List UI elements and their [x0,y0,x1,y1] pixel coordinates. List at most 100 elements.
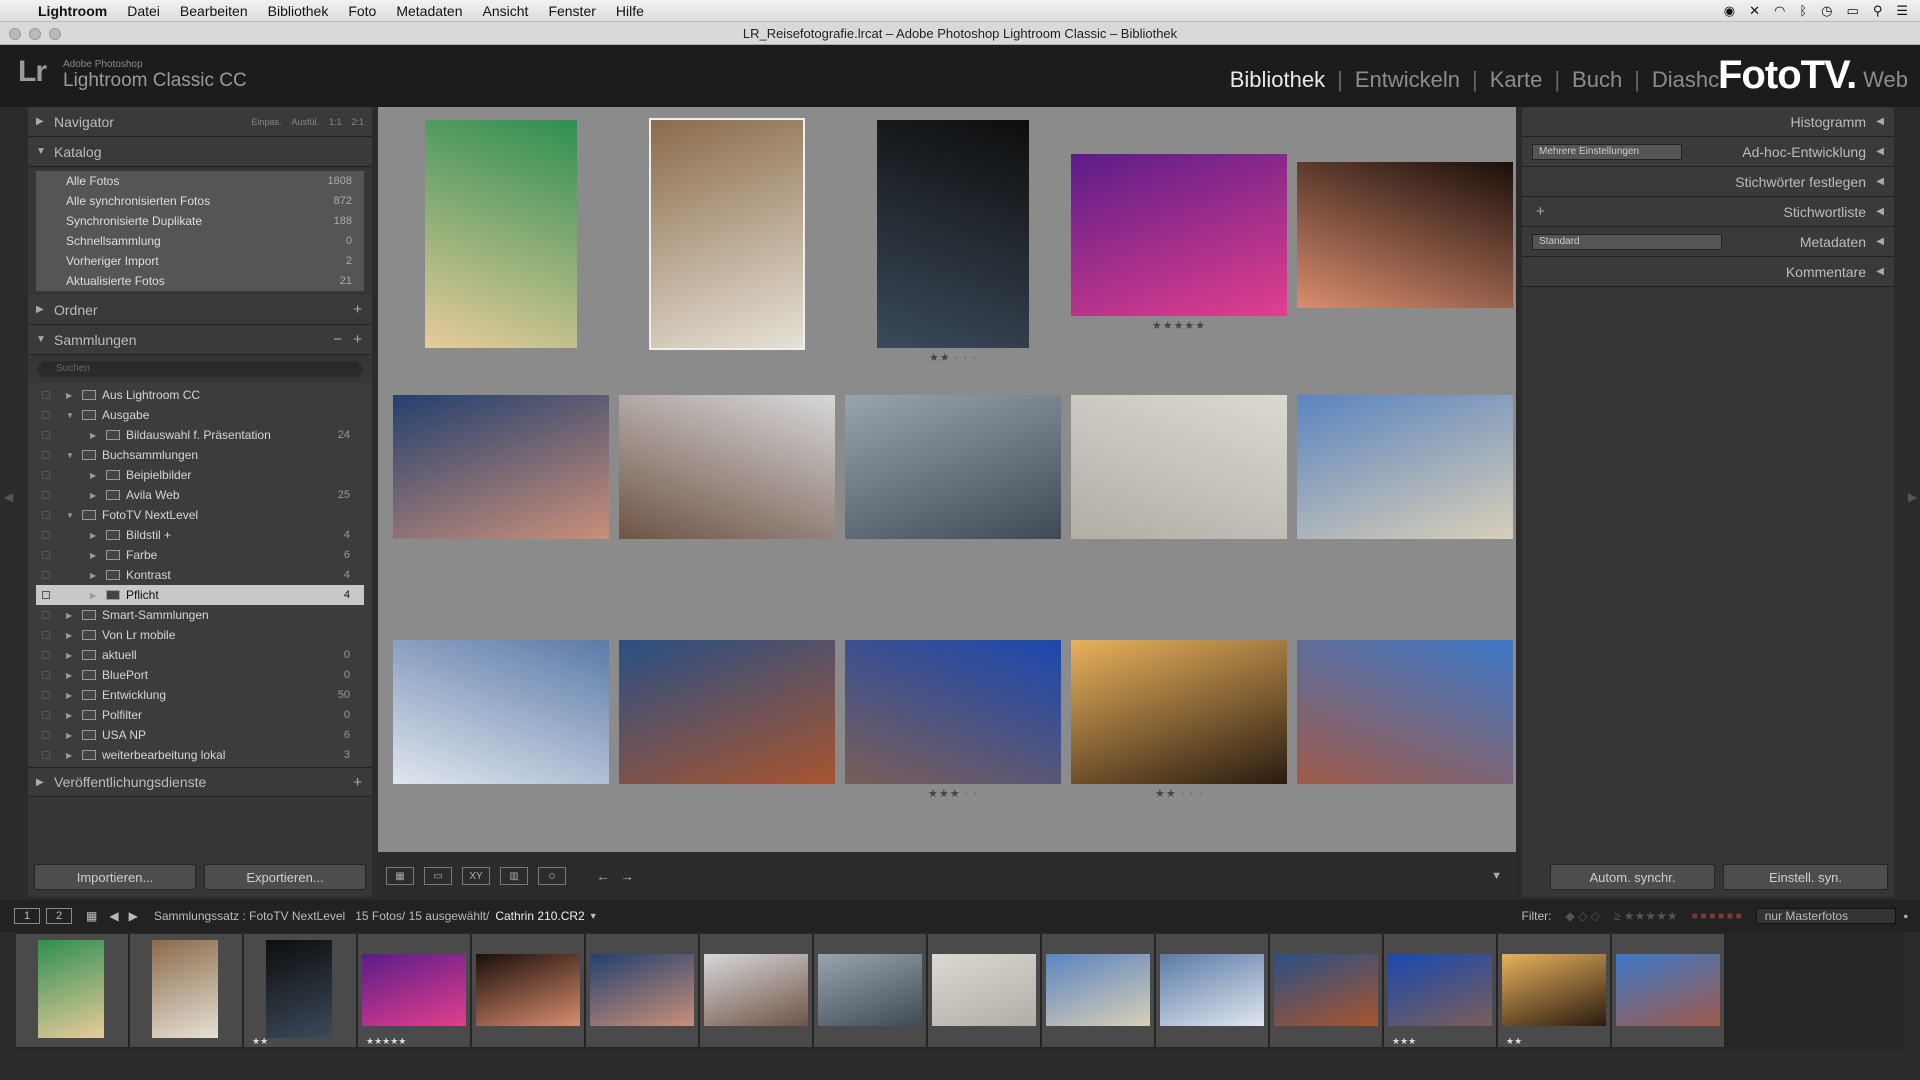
grid-cell[interactable]: ★★ · · · [840,107,1066,364]
grid-cell[interactable] [614,602,840,844]
airplay-icon[interactable]: ▭ [1847,3,1859,19]
disclosure-icon[interactable]: ▶ [66,611,72,620]
katalog-item[interactable]: Schnellsammlung 0 [36,231,364,251]
collection-row[interactable]: ▶ Von Lr mobile [36,625,364,645]
filmstrip-thumb[interactable] [700,934,813,1047]
disclosure-icon[interactable]: ▶ [66,731,72,740]
disclosure-icon[interactable]: ▶ [66,671,72,680]
module-bibliothek[interactable]: Bibliothek [1218,67,1337,93]
menu-ansicht[interactable]: Ansicht [473,3,539,19]
collection-row[interactable]: ▶ Beipielbilder [36,465,364,485]
page-2-button[interactable]: 2 [46,908,72,924]
filmstrip-thumb[interactable] [130,934,243,1047]
photo-thumbnail[interactable] [619,395,835,539]
target-checkbox[interactable] [42,491,50,499]
file-menu-chevron-icon[interactable]: ▼ [589,911,598,921]
menu-hilfe[interactable]: Hilfe [606,3,654,19]
menu-app[interactable]: Lightroom [34,3,117,19]
source-label[interactable]: Sammlungssatz : FotoTV NextLevel [154,909,345,923]
module-web[interactable]: Web [1851,67,1920,93]
disclosure-icon[interactable]: ▶ [66,751,72,760]
sync-settings-button[interactable]: Einstell. syn. [1723,864,1888,890]
target-checkbox[interactable] [42,731,50,739]
target-checkbox[interactable] [42,431,50,439]
target-checkbox[interactable] [42,691,50,699]
filmstrip-thumb[interactable] [814,934,927,1047]
star-rating[interactable]: ★★★ · · [840,787,1066,800]
star-rating[interactable]: ★★ · · · [1066,787,1292,800]
disclosure-icon[interactable]: ▶ [90,531,96,540]
current-file[interactable]: Cathrin 210.CR2 [495,909,584,923]
zoom-1-1[interactable]: 1:1 [329,117,342,127]
target-checkbox[interactable] [42,711,50,719]
collection-row[interactable]: ▶ Pflicht 4 [36,585,364,605]
photo-thumbnail[interactable] [845,395,1061,539]
disclosure-icon[interactable]: ▶ [90,571,96,580]
rating-filter[interactable]: ≥ ★★★★★ [1614,909,1678,923]
collection-row[interactable]: ▼ Ausgabe [36,405,364,425]
module-entwickeln[interactable]: Entwickeln [1343,67,1472,93]
grid-cell[interactable] [1292,602,1518,844]
photo-thumbnail[interactable] [425,120,577,348]
module-karte[interactable]: Karte [1478,67,1555,93]
menu-metadaten[interactable]: Metadaten [386,3,472,19]
collection-search-input[interactable]: Suchen [38,361,362,377]
photo-thumbnail[interactable] [1071,154,1287,316]
target-checkbox[interactable] [42,611,50,619]
target-checkbox[interactable] [42,391,50,399]
add-collection-icon[interactable]: + [353,331,362,348]
target-checkbox[interactable] [42,411,50,419]
target-checkbox[interactable] [42,531,50,539]
right-panel-toggle-icon[interactable]: ▶ [1908,490,1917,504]
filter-lock-icon[interactable]: ▪ [1904,909,1908,923]
histogramm-header[interactable]: Histogramm ◀ [1522,107,1894,137]
collection-row[interactable]: ▶ Kontrast 4 [36,565,364,585]
photo-thumbnail[interactable] [619,640,835,784]
auto-sync-button[interactable]: Autom. synchr. [1550,864,1715,890]
grid-cell[interactable] [1066,357,1292,599]
target-checkbox[interactable] [42,451,50,459]
metadaten-header[interactable]: Standard Metadaten ◀ [1522,227,1894,257]
disclosure-icon[interactable]: ▼ [66,511,74,520]
filmstrip-thumb[interactable]: ★★ [244,934,357,1047]
filmstrip-thumb[interactable] [1156,934,1269,1047]
grid-cell[interactable] [840,357,1066,599]
disclosure-icon[interactable]: ▶ [66,651,72,660]
photo-thumbnail[interactable] [1297,162,1513,308]
disclosure-icon[interactable]: ▶ [66,391,72,400]
target-checkbox[interactable] [42,511,50,519]
collection-row[interactable]: ▼ Buchsammlungen [36,445,364,465]
filmstrip-thumb[interactable] [1270,934,1383,1047]
filmstrip-thumb[interactable] [16,934,129,1047]
disclosure-icon[interactable]: ▶ [66,711,72,720]
disclosure-icon[interactable]: ▼ [66,411,74,420]
forward-arrow-icon[interactable]: ▶ [129,909,138,923]
filmstrip-thumb[interactable] [1042,934,1155,1047]
remove-collection-icon[interactable]: − [333,331,342,348]
left-panel-toggle-icon[interactable]: ◀ [4,490,13,504]
katalog-item[interactable]: Alle synchronisierten Fotos 872 [36,191,364,211]
grid-cell[interactable] [388,602,614,844]
grid-icon[interactable]: ▦ [86,909,97,923]
photo-thumbnail[interactable] [877,120,1029,348]
photo-thumbnail[interactable] [845,640,1061,784]
photo-thumbnail[interactable] [1071,395,1287,539]
color-label-filter-icon[interactable]: ■ ■ ■ ■ ■ ■ [1692,911,1742,922]
module-buch[interactable]: Buch [1560,67,1634,93]
disclosure-icon[interactable]: ▼ [66,451,74,460]
photo-thumbnail[interactable] [1297,640,1513,784]
back-arrow-icon[interactable]: ◀ [109,909,118,923]
disclosure-icon[interactable]: ▶ [66,691,72,700]
kommentare-header[interactable]: Kommentare ◀ [1522,257,1894,287]
collection-row[interactable]: ▶ weiterbearbeitung lokal 3 [36,745,364,765]
collection-row[interactable]: ▶ aktuell 0 [36,645,364,665]
filmstrip-thumb[interactable] [1612,934,1725,1047]
collection-row[interactable]: ▼ FotoTV NextLevel [36,505,364,525]
survey-view-icon[interactable]: ▥ [500,867,528,885]
sammlungen-header[interactable]: ▼ Sammlungen − + [28,325,372,355]
bluetooth-icon[interactable]: ᛒ [1799,3,1807,18]
disclosure-icon[interactable]: ▶ [90,431,96,440]
grid-cell[interactable] [1292,107,1518,349]
disclosure-icon[interactable]: ▶ [90,471,96,480]
grid-cell[interactable]: ★★★★★ [1066,107,1292,349]
